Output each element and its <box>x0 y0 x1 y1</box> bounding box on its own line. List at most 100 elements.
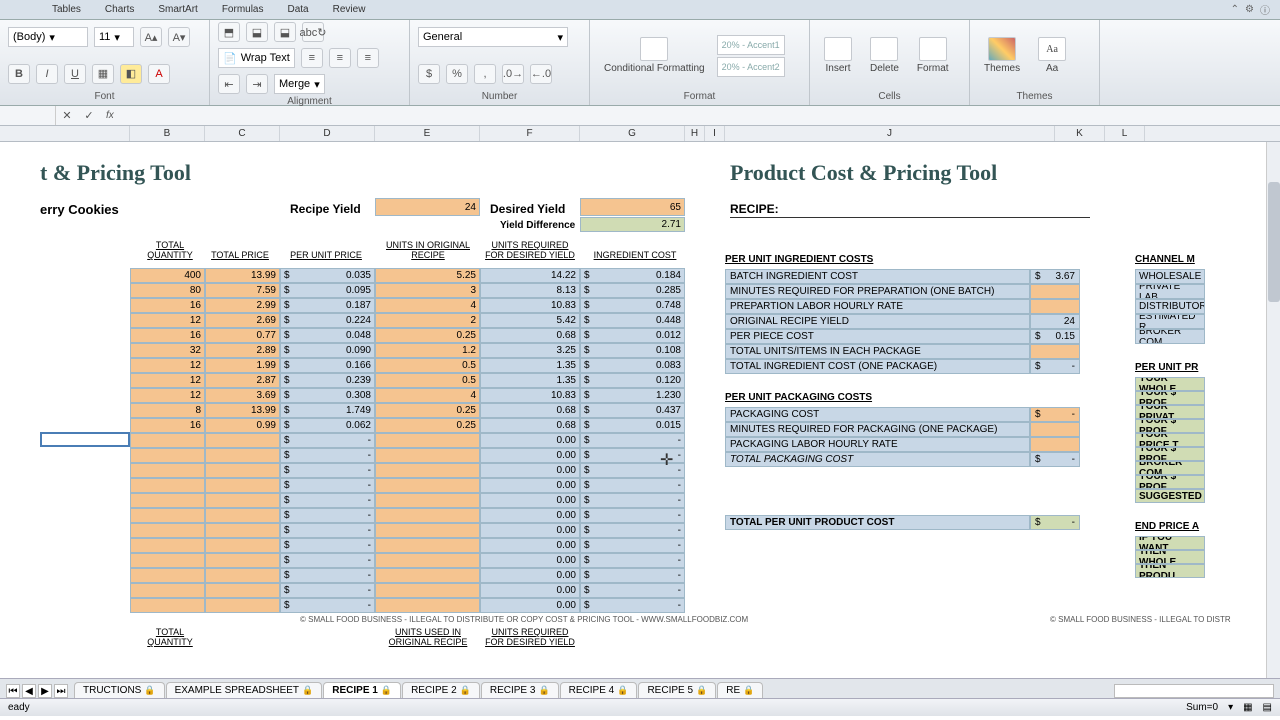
tab-review[interactable]: Review <box>321 1 378 18</box>
number-format-dropdown[interactable]: General▾ <box>418 27 568 47</box>
accent1-style[interactable]: 20% - Accent1 <box>717 35 785 55</box>
col-header-I[interactable]: I <box>705 126 725 141</box>
cell-tq-6[interactable]: 12 <box>130 358 205 373</box>
orientation-button[interactable]: abc↻ <box>302 22 324 42</box>
sum-dropdown[interactable]: ▾ <box>1228 702 1233 713</box>
cell-tq-e10[interactable] <box>130 583 205 598</box>
cell-tq-e8[interactable] <box>130 553 205 568</box>
sheet-tab-1[interactable]: EXAMPLE SPREADSHEET🔒 <box>166 682 323 698</box>
cell-tp-8[interactable]: 3.69 <box>205 388 280 403</box>
confirm-icon[interactable]: ✓ <box>78 106 100 126</box>
cell-tp-e4[interactable] <box>205 493 280 508</box>
col-header-D[interactable]: D <box>280 126 375 141</box>
col-header-K[interactable]: K <box>1055 126 1105 141</box>
tab-tables[interactable]: Tables <box>40 1 93 18</box>
align-center-button[interactable]: ≡ <box>329 48 351 68</box>
cell-tq-0[interactable]: 400 <box>130 268 205 283</box>
align-right-button[interactable]: ≡ <box>357 48 379 68</box>
cell-tq-1[interactable]: 80 <box>130 283 205 298</box>
cell-tp-7[interactable]: 2.87 <box>205 373 280 388</box>
font-name-dropdown[interactable]: (Body)▾ <box>8 27 88 47</box>
underline-button[interactable]: U <box>64 64 86 84</box>
cell-uo-e8[interactable] <box>375 553 480 568</box>
sheet-tab-3[interactable]: RECIPE 2🔒 <box>402 682 480 698</box>
fill-color-button[interactable]: ◧ <box>120 64 142 84</box>
formula-input[interactable] <box>120 106 1280 125</box>
tab-smartart[interactable]: SmartArt <box>146 1 209 18</box>
increase-font-button[interactable]: A▴ <box>140 27 162 47</box>
font-size-dropdown[interactable]: 11▾ <box>94 27 134 47</box>
decrease-indent-button[interactable]: ⇤ <box>218 74 240 94</box>
cell-tq-2[interactable]: 16 <box>130 298 205 313</box>
cell-tp-5[interactable]: 2.89 <box>205 343 280 358</box>
cell-tp-e6[interactable] <box>205 523 280 538</box>
align-top-button[interactable]: ⬒ <box>218 22 240 42</box>
col-header-E[interactable]: E <box>375 126 480 141</box>
name-box[interactable] <box>0 106 56 125</box>
align-bottom-button[interactable]: ⬓ <box>274 22 296 42</box>
cell-uo-e4[interactable] <box>375 493 480 508</box>
cell-uo-10[interactable]: 0.25 <box>375 418 480 433</box>
cell-uo-e7[interactable] <box>375 538 480 553</box>
cell-tq-8[interactable]: 12 <box>130 388 205 403</box>
cell-tp-10[interactable]: 0.99 <box>205 418 280 433</box>
cell-tp-e10[interactable] <box>205 583 280 598</box>
font-color-button[interactable]: A <box>148 64 170 84</box>
cell-tp-e2[interactable] <box>205 463 280 478</box>
cell-tp-e3[interactable] <box>205 478 280 493</box>
accent2-style[interactable]: 20% - Accent2 <box>717 57 785 77</box>
cell-tq-e4[interactable] <box>130 493 205 508</box>
cell-uo-e5[interactable] <box>375 508 480 523</box>
delete-button[interactable]: Delete <box>864 33 905 78</box>
bold-button[interactable]: B <box>8 64 30 84</box>
cell-tq-7[interactable]: 12 <box>130 373 205 388</box>
horizontal-scrollbar[interactable] <box>1114 684 1274 698</box>
currency-button[interactable]: $ <box>418 64 440 84</box>
prev-sheet-button[interactable]: ◀ <box>22 684 36 698</box>
cell-uo-e0[interactable] <box>375 433 480 448</box>
cell-tp-e8[interactable] <box>205 553 280 568</box>
help-icon[interactable]: ⓘ <box>1260 2 1270 17</box>
last-sheet-button[interactable]: ⏭ <box>54 684 68 698</box>
cell-uo-7[interactable]: 0.5 <box>375 373 480 388</box>
increase-indent-button[interactable]: ⇥ <box>246 74 268 94</box>
collapse-ribbon-icon[interactable]: ⌃ <box>1231 4 1239 15</box>
sheet-tab-0[interactable]: TRUCTIONS🔒 <box>74 682 165 698</box>
cell-uo-1[interactable]: 3 <box>375 283 480 298</box>
cell-uo-e10[interactable] <box>375 583 480 598</box>
align-middle-button[interactable]: ⬓ <box>246 22 268 42</box>
sheet-tab-6[interactable]: RECIPE 5🔒 <box>638 682 716 698</box>
sheet-tab-5[interactable]: RECIPE 4🔒 <box>560 682 638 698</box>
view-normal-button[interactable]: ▦ <box>1243 702 1252 713</box>
cancel-icon[interactable]: ✕ <box>56 106 78 126</box>
cell-uo-e11[interactable] <box>375 598 480 613</box>
cell-uo-e3[interactable] <box>375 478 480 493</box>
tab-formulas[interactable]: Formulas <box>210 1 276 18</box>
cell-tq-9[interactable]: 8 <box>130 403 205 418</box>
view-layout-button[interactable]: ▤ <box>1263 702 1272 713</box>
comma-button[interactable]: , <box>474 64 496 84</box>
tab-data[interactable]: Data <box>276 1 321 18</box>
col-header-G[interactable]: G <box>580 126 685 141</box>
sheet-tab-2[interactable]: RECIPE 1🔒 <box>323 682 401 698</box>
decrease-font-button[interactable]: A▾ <box>168 27 190 47</box>
col-header-H[interactable]: H <box>685 126 705 141</box>
cell-uo-e1[interactable] <box>375 448 480 463</box>
cell-tq-e11[interactable] <box>130 598 205 613</box>
cell-uo-5[interactable]: 1.2 <box>375 343 480 358</box>
first-sheet-button[interactable]: ⏮ <box>6 684 20 698</box>
cell-tq-4[interactable]: 16 <box>130 328 205 343</box>
increase-decimal-button[interactable]: .0→ <box>502 64 524 84</box>
col-header-F[interactable]: F <box>480 126 580 141</box>
cell-uo-6[interactable]: 0.5 <box>375 358 480 373</box>
cell-uo-9[interactable]: 0.25 <box>375 403 480 418</box>
cell-uo-e6[interactable] <box>375 523 480 538</box>
cell-uo-2[interactable]: 4 <box>375 298 480 313</box>
conditional-formatting-button[interactable]: Conditional Formatting <box>598 33 711 78</box>
themes-button[interactable]: Themes <box>978 33 1026 78</box>
wrap-text-button[interactable]: 📄Wrap Text <box>218 48 295 68</box>
cell-tp-e1[interactable] <box>205 448 280 463</box>
cell-tp-e7[interactable] <box>205 538 280 553</box>
cell-tq-e2[interactable] <box>130 463 205 478</box>
cell-tq-3[interactable]: 12 <box>130 313 205 328</box>
